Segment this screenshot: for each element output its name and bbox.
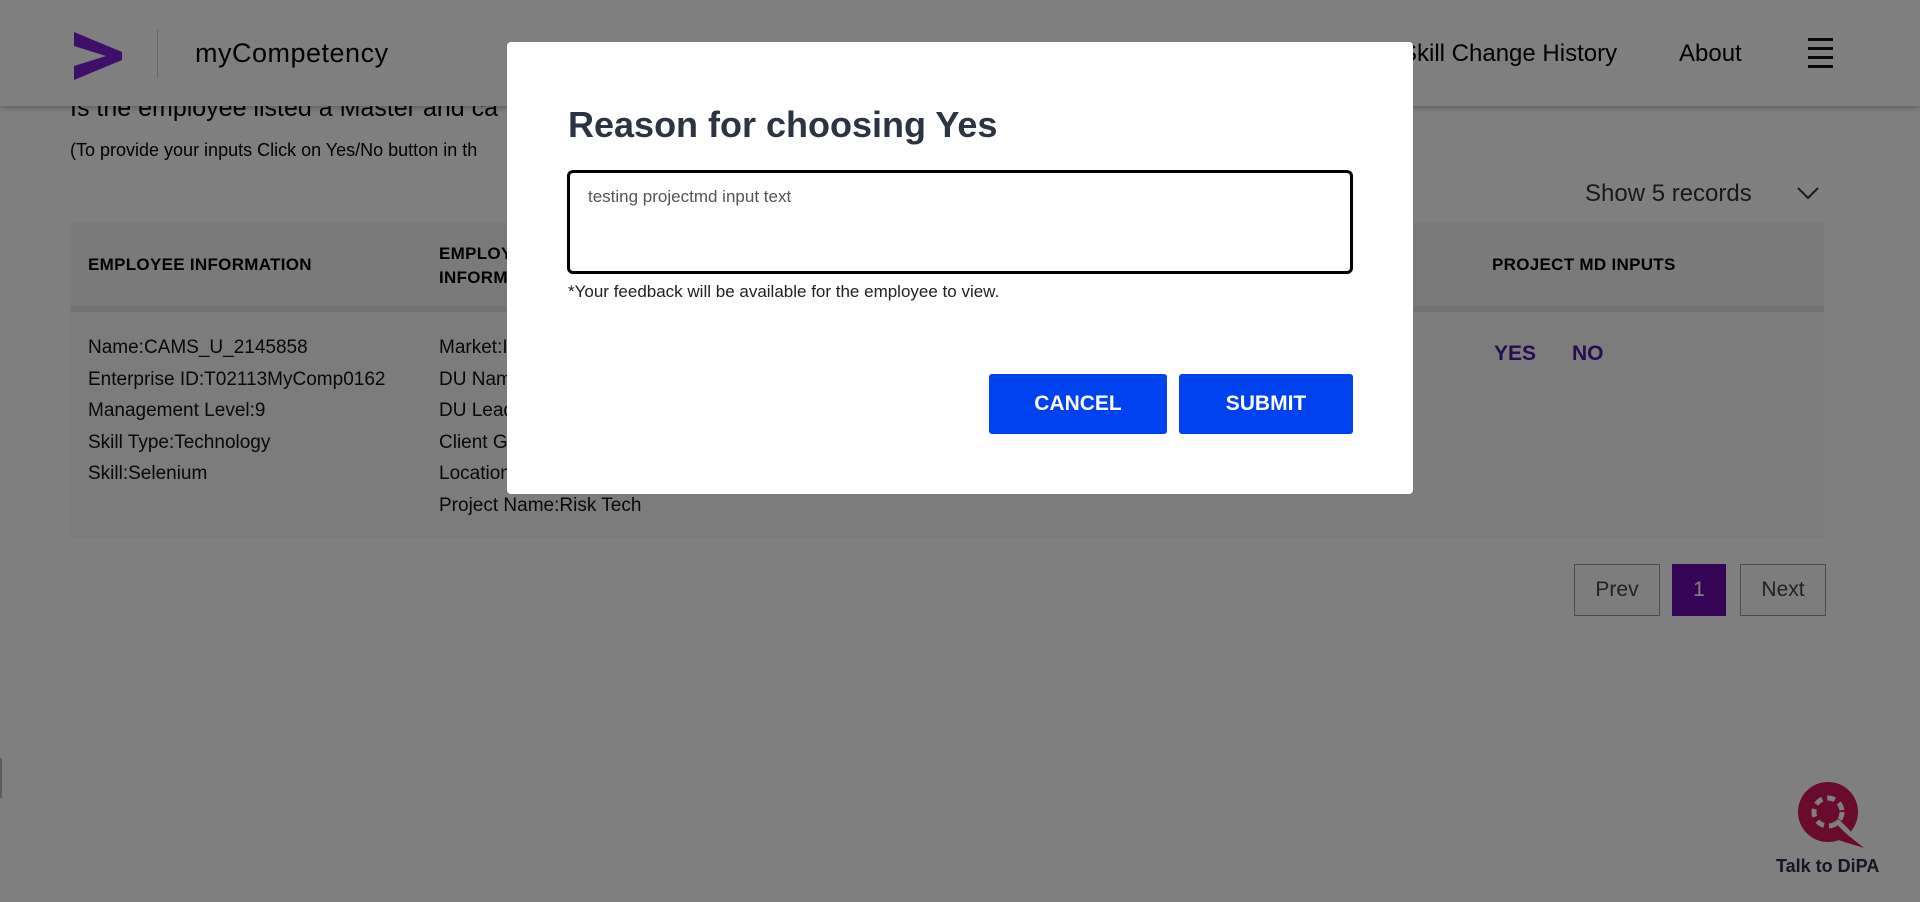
dialog-title: Reason for choosing Yes: [568, 104, 998, 145]
reason-textarea[interactable]: testing projectmd input text: [567, 170, 1353, 274]
submit-button[interactable]: SUBMIT: [1179, 374, 1353, 434]
reason-dialog: Reason for choosing Yes testing projectm…: [507, 42, 1413, 494]
feedback-note: *Your feedback will be available for the…: [568, 282, 1000, 301]
cancel-button[interactable]: CANCEL: [989, 374, 1167, 434]
